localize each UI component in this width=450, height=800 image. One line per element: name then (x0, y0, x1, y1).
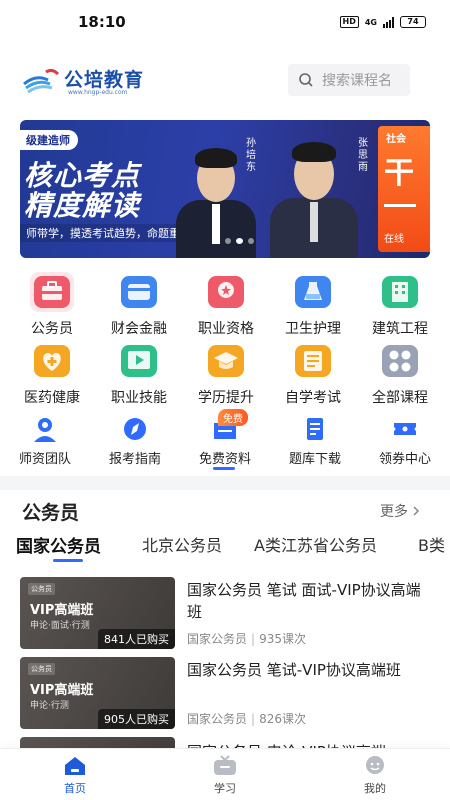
heart-plus-icon (30, 341, 74, 381)
category-caikuai[interactable]: 财会金融 (94, 272, 184, 338)
logo-book-icon (23, 68, 60, 94)
category-jianzhu[interactable]: 建筑工程 (355, 272, 445, 338)
free-badge: 免费 (218, 409, 248, 426)
category-all[interactable]: 全部课程 (355, 341, 445, 407)
search-input[interactable]: 搜索课程名 (288, 64, 410, 96)
logo-url: www.hngp-edu.com (68, 89, 128, 96)
category-zixue[interactable]: 自学考试 (268, 341, 358, 407)
flask-icon (291, 272, 335, 312)
category-zhiye-jineng[interactable]: 职业技能 (94, 341, 184, 407)
quick-active-indicator (213, 467, 235, 470)
building-icon (378, 272, 422, 312)
more-link[interactable]: 更多 (380, 501, 420, 521)
logo-text: 公培教育 (64, 69, 145, 91)
chevron-right-icon (413, 506, 420, 516)
tab-active-indicator (53, 559, 83, 562)
logo[interactable]: 公培教育 www.hngp-edu.com (22, 62, 162, 100)
more-label: 更多 (380, 504, 408, 520)
nav-profile[interactable]: 我的 (335, 755, 415, 796)
banner-tag: 级建造师 (20, 130, 78, 150)
coupon-icon (390, 414, 420, 444)
nav-home[interactable]: 首页 (35, 755, 115, 796)
status-bar: 18:10 HD 4G 74 (0, 0, 450, 44)
briefcase-icon (30, 272, 74, 312)
teacher-name-1: 孙培东 (246, 138, 256, 173)
tab-b[interactable]: B类 (418, 532, 445, 556)
course-meta: 国家公务员 | 826课次 (187, 712, 306, 726)
banner-headline-2: 精度解读 (24, 189, 141, 222)
course-title: 国家公务员 笔试 面试-VIP协议高端班 (187, 581, 421, 621)
category-zhiye-zige[interactable]: 职业资格 (181, 272, 271, 338)
grad-cap-icon (204, 341, 248, 381)
signal-icon (383, 16, 394, 28)
nav-study[interactable]: 学习 (185, 755, 265, 796)
hd-icon: HD (339, 16, 359, 28)
tab-national[interactable]: 国家公务员 (16, 532, 101, 557)
tv-icon (212, 755, 238, 777)
course-title: 国家公务员 笔试-VIP协议高端班 (187, 661, 401, 679)
search-icon (299, 73, 313, 87)
buyer-count: 841人已购买 (98, 629, 175, 649)
quick-question-bank[interactable]: 题库下载 (270, 414, 360, 467)
course-thumbnail: 公务员 VIP高端班 申论·面试·行测 841人已购买 (20, 577, 175, 649)
search-placeholder: 搜索课程名 (322, 73, 392, 89)
status-icons: HD 4G 74 (339, 16, 426, 28)
status-time: 18:10 (78, 13, 126, 31)
home-icon (62, 755, 88, 777)
promo-banner[interactable]: 级建造师 核心考点 精度解读 师带学，摸透考试趋势，命题重点把握准 孙培东 张思… (20, 120, 430, 258)
course-card[interactable]: 公务员 VIP高端班 申论·面试·行测 841人已购买 国家公务员 笔试 面试-… (20, 577, 440, 649)
network-label: 4G (364, 17, 377, 27)
buyer-count: 905人已购买 (98, 709, 175, 729)
quick-coupons[interactable]: 领券中心 (360, 414, 450, 467)
quick-teachers[interactable]: 师资团队 (0, 414, 90, 467)
badge-star-icon (204, 272, 248, 312)
category-gongwuyuan[interactable]: 公务员 (7, 272, 97, 338)
banner-side-tag: 社会 干 在线 (378, 126, 430, 252)
compass-icon (120, 414, 150, 444)
category-yiyao[interactable]: 医药健康 (7, 341, 97, 407)
battery-icon: 74 (400, 16, 426, 28)
section-title: 公务员 (22, 502, 80, 524)
category-weisheng-huli[interactable]: 卫生护理 (268, 272, 358, 338)
section-divider (0, 476, 450, 490)
card-icon (117, 272, 161, 312)
teacher-name-2: 张思雨 (358, 138, 368, 173)
question-bank-icon (300, 414, 330, 444)
grid-four-icon (378, 341, 422, 381)
course-meta: 国家公务员 | 935课次 (187, 632, 306, 646)
carousel-dots[interactable] (225, 238, 254, 244)
bottom-nav: 首页 学习 我的 (0, 748, 450, 800)
document-icon (291, 341, 335, 381)
play-board-icon (117, 341, 161, 381)
teacher-photo-2 (266, 130, 362, 258)
teacher-icon (30, 414, 60, 444)
header: 公培教育 www.hngp-edu.com 搜索课程名 (0, 58, 450, 104)
category-xueli[interactable]: 学历提升 (181, 341, 271, 407)
course-thumbnail: 公务员 VIP高端班 申论·行测 905人已购买 (20, 657, 175, 729)
tab-jiangsu-a[interactable]: A类江苏省公务员 (254, 532, 377, 556)
tab-beijing[interactable]: 北京公务员 (142, 532, 222, 556)
sub-tabs: 国家公务员 北京公务员 A类江苏省公务员 B类 (0, 530, 450, 564)
course-card[interactable]: 公务员 VIP高端班 申论·行测 905人已购买 国家公务员 笔试-VIP协议高… (20, 657, 440, 729)
quick-guide[interactable]: 报考指南 (90, 414, 180, 467)
profile-icon (362, 755, 388, 777)
